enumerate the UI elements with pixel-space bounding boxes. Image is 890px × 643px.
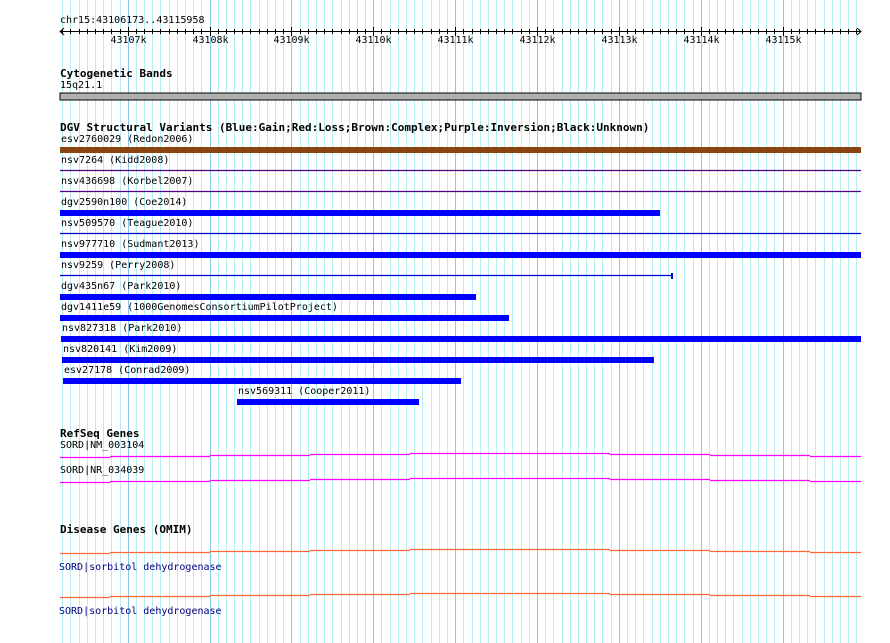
ruler-tick-label: 43108k (192, 35, 229, 46)
ruler-tick-label: 43111k (437, 35, 474, 46)
dgv-variant-label[interactable]: dgv1411e59 (1000GenomesConsortiumPilotPr… (61, 302, 338, 314)
dgv-variant-label[interactable]: dgv435n67 (Park2010) (61, 281, 181, 293)
dgv-variant-label[interactable]: nsv509570 (Teague2010) (61, 218, 193, 230)
dgv-variant-label[interactable]: esv2760029 (Redon2006) (61, 134, 193, 146)
ruler-tick-label: 43109k (273, 35, 310, 46)
dgv-variant-bar (60, 252, 861, 258)
ruler-tick-label: 43115k (765, 35, 802, 46)
ruler-tick-label: 43107k (110, 35, 147, 46)
ruler-tick-label: 43112k (519, 35, 556, 46)
omim-gene-model (60, 548, 861, 555)
refseq-track-title[interactable]: RefSeq Genes (60, 427, 139, 440)
dgv-variant-label[interactable]: nsv7264 (Kidd2008) (61, 155, 169, 167)
refseq-gene-label[interactable]: SORD|NM_003104 (60, 440, 144, 452)
dgv-variant-bar (63, 378, 462, 384)
ruler-location-label: chr15:43106173..43115958 (60, 15, 205, 26)
dgv-variant-bar (60, 294, 477, 300)
dgv-variant-label[interactable]: nsv827318 (Park2010) (62, 323, 182, 335)
dgv-variant-label[interactable]: dgv2590n100 (Coe2014) (61, 197, 187, 209)
dgv-variant-label[interactable]: nsv436698 (Korbel2007) (61, 176, 193, 188)
dgv-variant-label[interactable]: nsv977710 (Sudmant2013) (61, 239, 199, 251)
omim-gene-label[interactable]: SORD|sorbitol dehydrogenase (59, 562, 222, 574)
dgv-variant-bar (60, 315, 510, 321)
refseq-gene-label[interactable]: SORD|NR_034039 (60, 465, 144, 477)
dgv-track-title[interactable]: DGV Structural Variants (Blue:Gain;Red:L… (60, 121, 649, 134)
dgv-variant-label[interactable]: nsv569311 (Cooper2011) (238, 386, 370, 398)
dgv-variant-bar (236, 399, 420, 405)
cytoband-label: 15q21.1 (60, 80, 103, 91)
cytoband-track-title[interactable]: Cytogenetic Bands (60, 67, 173, 80)
dgv-variant-end-cap (670, 273, 673, 279)
dgv-variant-label[interactable]: esv27178 (Conrad2009) (64, 365, 190, 377)
ruler-tick-label: 43110k (355, 35, 392, 46)
dgv-variant-bar (60, 147, 861, 153)
dgv-variant-label[interactable]: nsv820141 (Kim2009) (63, 344, 177, 356)
genome-browser-canvas (59, 0, 862, 643)
omim-gene-label[interactable]: SORD|sorbitol dehydrogenase (59, 606, 222, 618)
omim-track-title[interactable]: Disease Genes (OMIM) (60, 523, 192, 536)
refseq-gene-model (60, 477, 861, 484)
dgv-variant-bar (61, 357, 654, 363)
refseq-gene-model (60, 452, 861, 459)
ruler-tick-label: 43114k (683, 35, 720, 46)
dgv-variant-bar (60, 210, 661, 216)
dgv-variant-label[interactable]: nsv9259 (Perry2008) (61, 260, 175, 272)
omim-gene-model (60, 592, 861, 599)
dgv-variant-bar (60, 336, 862, 342)
cytoband-bar (59, 92, 862, 101)
ruler-tick-label: 43113k (601, 35, 638, 46)
